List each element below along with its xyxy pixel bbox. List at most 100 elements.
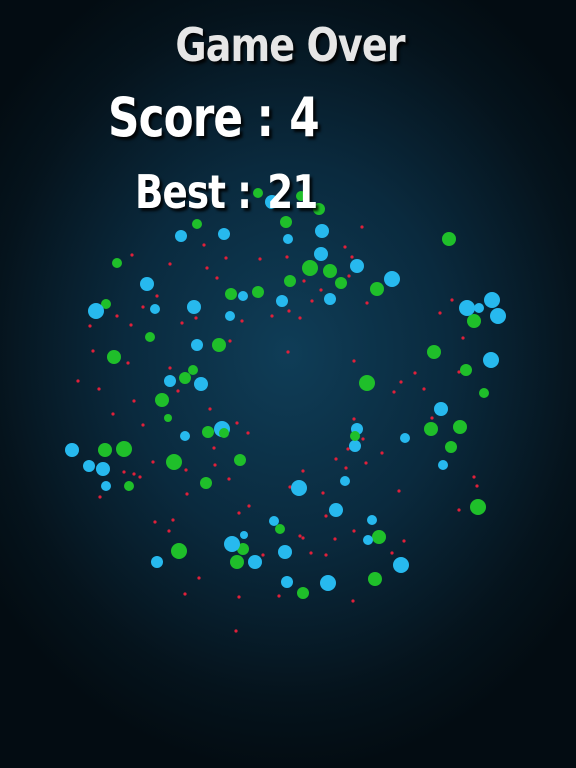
cyan-particle — [459, 300, 475, 316]
red-particle — [298, 316, 302, 320]
cyan-particle — [363, 535, 373, 545]
cyan-particle — [240, 531, 248, 539]
red-particle — [301, 469, 305, 473]
green-particle — [171, 543, 187, 559]
score-display: Score :4 — [108, 86, 320, 149]
game-over-screen: Game Over Score :4 Best : 21 — [0, 0, 576, 768]
red-particle — [364, 461, 368, 465]
red-particle — [126, 361, 130, 365]
cyan-particle — [238, 291, 248, 301]
red-particle — [302, 279, 306, 283]
green-particle — [98, 443, 112, 457]
green-particle — [297, 587, 309, 599]
cyan-particle — [65, 443, 79, 457]
red-particle — [475, 484, 479, 488]
cyan-particle — [400, 433, 410, 443]
green-particle — [116, 441, 132, 457]
cyan-particle — [194, 377, 208, 391]
green-particle — [188, 365, 198, 375]
red-particle — [472, 475, 476, 479]
cyan-particle — [324, 293, 336, 305]
red-particle — [184, 468, 188, 472]
green-particle — [323, 264, 337, 278]
cyan-particle — [276, 295, 288, 307]
green-particle — [370, 282, 384, 296]
cyan-particle — [164, 375, 176, 387]
red-particle — [347, 274, 351, 278]
cyan-particle — [224, 536, 240, 552]
green-particle — [284, 275, 296, 287]
red-particle — [228, 339, 232, 343]
red-particle — [390, 551, 394, 555]
red-particle — [286, 350, 290, 354]
cyan-particle — [151, 556, 163, 568]
red-particle — [422, 387, 426, 391]
red-particle — [352, 529, 356, 533]
red-particle — [171, 518, 175, 522]
red-particle — [344, 466, 348, 470]
score-value: 4 — [289, 86, 319, 149]
green-particle — [442, 232, 456, 246]
green-particle — [179, 372, 191, 384]
red-particle — [168, 366, 172, 370]
green-particle — [368, 572, 382, 586]
green-particle — [359, 375, 375, 391]
red-particle — [180, 321, 184, 325]
cyan-particle — [140, 277, 154, 291]
red-particle — [205, 266, 209, 270]
cyan-particle — [315, 224, 329, 238]
red-particle — [247, 504, 251, 508]
green-particle — [124, 481, 134, 491]
red-particle — [309, 551, 313, 555]
red-particle — [141, 305, 145, 309]
green-particle — [234, 454, 246, 466]
cyan-particle — [101, 481, 111, 491]
cyan-particle — [248, 555, 262, 569]
green-particle — [427, 345, 441, 359]
red-particle — [97, 387, 101, 391]
red-particle — [246, 431, 250, 435]
red-particle — [360, 225, 364, 229]
cyan-particle — [329, 503, 343, 517]
green-particle — [275, 524, 285, 534]
cyan-particle — [320, 575, 336, 591]
red-particle — [310, 299, 314, 303]
cyan-particle — [96, 462, 110, 476]
cyan-particle — [269, 516, 279, 526]
red-particle — [240, 319, 244, 323]
green-particle — [145, 332, 155, 342]
red-particle — [234, 629, 238, 633]
cyan-particle — [393, 557, 409, 573]
cyan-particle — [150, 304, 160, 314]
red-particle — [430, 416, 434, 420]
cyan-particle — [438, 460, 448, 470]
green-particle — [460, 364, 472, 376]
red-particle — [115, 314, 119, 318]
best-value: 21 — [267, 165, 318, 219]
green-particle — [212, 338, 226, 352]
green-particle — [470, 499, 486, 515]
best-label: Best : — [135, 165, 252, 219]
red-particle — [324, 553, 328, 557]
cyan-particle — [83, 460, 95, 472]
red-particle — [392, 390, 396, 394]
red-particle — [237, 595, 241, 599]
red-particle — [301, 536, 305, 540]
red-particle — [351, 599, 355, 603]
red-particle — [365, 301, 369, 305]
cyan-particle — [340, 476, 350, 486]
cyan-particle — [175, 230, 187, 242]
red-particle — [168, 262, 172, 266]
red-particle — [215, 276, 219, 280]
red-particle — [352, 359, 356, 363]
red-particle — [132, 472, 136, 476]
red-particle — [76, 379, 80, 383]
cyan-particle — [367, 515, 377, 525]
red-particle — [402, 539, 406, 543]
red-particle — [155, 294, 159, 298]
cyan-particle — [490, 308, 506, 324]
red-particle — [194, 316, 198, 320]
red-particle — [176, 389, 180, 393]
green-particle — [200, 477, 212, 489]
cyan-particle — [218, 228, 230, 240]
